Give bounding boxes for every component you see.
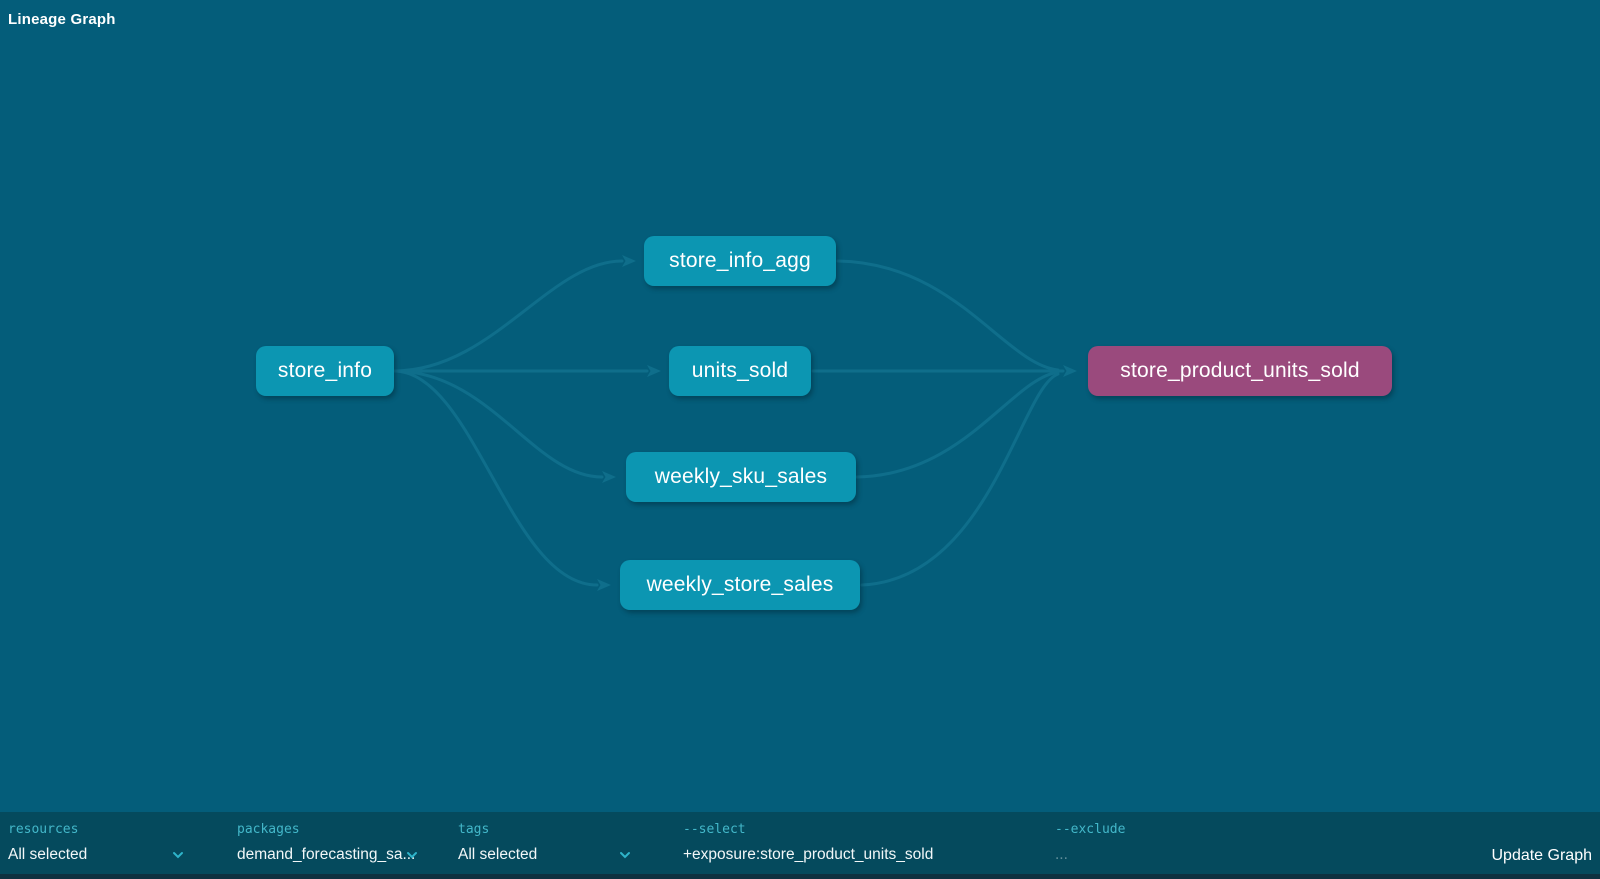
filter-packages-label: packages bbox=[237, 821, 437, 839]
resources-dropdown-value: All selected bbox=[8, 846, 87, 863]
filter-select-label: --select bbox=[683, 821, 1043, 839]
filter-packages: packages demand_forecasting_sa... bbox=[237, 821, 437, 865]
exclude-input[interactable]: ... bbox=[1055, 844, 1355, 865]
chevron-down-icon bbox=[171, 848, 185, 862]
filter-tags-label: tags bbox=[458, 821, 648, 839]
edge-skusales-exposure bbox=[857, 372, 1058, 477]
filter-tags: tags All selected bbox=[458, 821, 648, 865]
tags-dropdown-value: All selected bbox=[458, 846, 537, 863]
page-title: Lineage Graph bbox=[8, 11, 116, 28]
update-graph-button[interactable]: Update Graph bbox=[1491, 847, 1592, 865]
edge-storesales-exposure bbox=[862, 374, 1058, 585]
node-store-info-agg[interactable]: store_info_agg bbox=[644, 236, 836, 286]
filter-exclude: --exclude ... bbox=[1055, 821, 1355, 865]
node-weekly-sku-sales[interactable]: weekly_sku_sales bbox=[626, 452, 856, 502]
filter-resources: resources All selected bbox=[8, 821, 198, 865]
filter-exclude-label: --exclude bbox=[1055, 821, 1355, 839]
edge-storeinfo-storesales bbox=[394, 371, 597, 585]
lineage-canvas[interactable]: store_info store_info_agg units_sold wee… bbox=[0, 0, 1600, 812]
select-input[interactable]: +exposure:store_product_units_sold bbox=[683, 844, 1043, 865]
packages-dropdown[interactable]: demand_forecasting_sa... bbox=[237, 844, 437, 865]
bottom-strip bbox=[0, 874, 1600, 879]
edge-storeinfo-agg bbox=[394, 261, 622, 371]
tags-dropdown[interactable]: All selected bbox=[458, 844, 648, 865]
filter-bar: resources All selected packages demand_f… bbox=[0, 812, 1600, 874]
node-units-sold[interactable]: units_sold bbox=[669, 346, 811, 396]
node-weekly-store-sales[interactable]: weekly_store_sales bbox=[620, 560, 860, 610]
chevron-down-icon bbox=[618, 848, 632, 862]
node-store-info[interactable]: store_info bbox=[256, 346, 394, 396]
packages-dropdown-value: demand_forecasting_sa... bbox=[237, 846, 415, 863]
edge-storeinfo-skusales bbox=[394, 371, 602, 477]
resources-dropdown[interactable]: All selected bbox=[8, 844, 198, 865]
edge-agg-exposure bbox=[838, 261, 1058, 370]
filter-select: --select +exposure:store_product_units_s… bbox=[683, 821, 1043, 865]
lineage-edges bbox=[0, 0, 1600, 812]
filter-resources-label: resources bbox=[8, 821, 198, 839]
node-store-product-units-sold[interactable]: store_product_units_sold bbox=[1088, 346, 1392, 396]
